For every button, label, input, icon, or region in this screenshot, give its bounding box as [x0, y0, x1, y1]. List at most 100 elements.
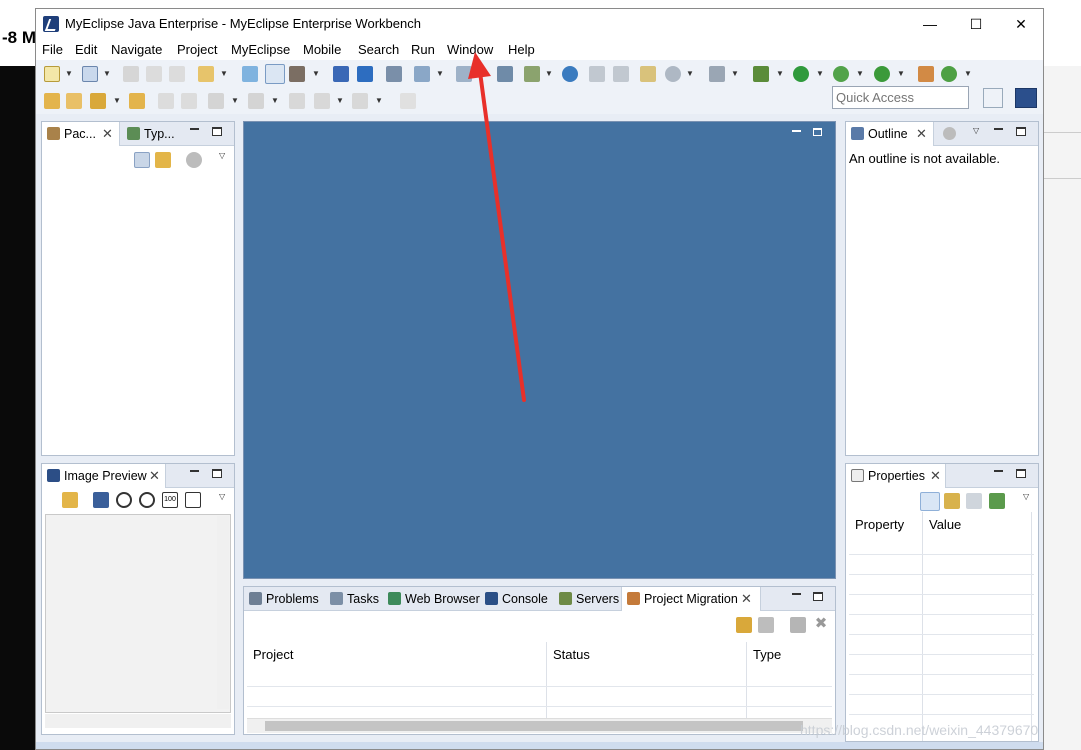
tab-console[interactable]: Console: [480, 587, 555, 611]
menu-window[interactable]: Window: [447, 42, 493, 57]
maximize-icon[interactable]: [212, 127, 222, 136]
close-icon[interactable]: ✕: [149, 468, 160, 484]
column-project[interactable]: Project: [253, 647, 293, 662]
close-icon[interactable]: ✕: [741, 591, 752, 607]
refresh-migration-icon[interactable]: [736, 617, 752, 633]
stop-server-icon[interactable]: [874, 66, 890, 82]
minimize-icon[interactable]: [792, 593, 801, 595]
hammer-icon[interactable]: [289, 66, 305, 82]
tab-project-migration[interactable]: Project Migration: [621, 587, 761, 611]
horizontal-scrollbar[interactable]: [247, 718, 832, 733]
zoom-out-icon[interactable]: [116, 492, 132, 508]
menu-search[interactable]: Search: [358, 42, 399, 57]
menu-myeclipse[interactable]: MyEclipse: [231, 42, 290, 57]
view-menu-icon[interactable]: ▽: [219, 492, 225, 501]
column-type[interactable]: Type: [753, 647, 781, 662]
pin-properties-icon[interactable]: [989, 493, 1005, 509]
column-property[interactable]: Property: [855, 517, 904, 532]
horizontal-scrollbar[interactable]: [45, 714, 231, 728]
remove-all-icon[interactable]: ✖: [813, 616, 829, 633]
deploy-icon[interactable]: [198, 66, 214, 82]
maximize-icon[interactable]: [813, 592, 823, 601]
new-project-icon[interactable]: [82, 66, 98, 82]
chevron-down-icon[interactable]: ▼: [312, 69, 320, 78]
minimize-icon[interactable]: [994, 470, 1003, 472]
minimize-icon[interactable]: [994, 128, 1003, 130]
server-icon[interactable]: [386, 66, 402, 82]
back-history-icon[interactable]: [289, 93, 305, 109]
menu-file[interactable]: File: [42, 42, 63, 57]
tab-web-browser[interactable]: Web Browser: [383, 587, 481, 611]
maximize-icon[interactable]: [1016, 127, 1026, 136]
forward-icon[interactable]: [352, 93, 368, 109]
chevron-down-icon[interactable]: ▼: [816, 69, 824, 78]
chevron-down-icon[interactable]: ▼: [856, 69, 864, 78]
pin-icon[interactable]: [248, 93, 264, 109]
chevron-down-icon[interactable]: ▼: [103, 69, 111, 78]
chevron-down-icon[interactable]: ▼: [964, 69, 972, 78]
close-icon[interactable]: ✕: [102, 126, 113, 142]
tab-servers[interactable]: Servers: [554, 587, 622, 611]
maximize-icon[interactable]: [1016, 469, 1026, 478]
refactor-icon[interactable]: [456, 66, 472, 82]
chevron-down-icon[interactable]: ▼: [545, 69, 553, 78]
open-perspective-button[interactable]: [983, 88, 1003, 108]
focus-icon[interactable]: [186, 152, 202, 168]
editor-area[interactable]: [243, 121, 836, 579]
menu-navigate[interactable]: Navigate: [111, 42, 162, 57]
show-categories-icon[interactable]: [920, 492, 940, 511]
chevron-down-icon[interactable]: ▼: [113, 96, 121, 105]
camera-icon[interactable]: [709, 66, 725, 82]
tab-hidden-view[interactable]: [938, 122, 964, 146]
save-icon[interactable]: [123, 66, 139, 82]
chevron-down-icon[interactable]: ▼: [336, 96, 344, 105]
minimize-icon[interactable]: [190, 128, 199, 130]
fit-window-icon[interactable]: [185, 492, 201, 508]
view-menu-icon[interactable]: ▽: [1023, 492, 1029, 501]
chevron-down-icon[interactable]: ▼: [231, 96, 239, 105]
target-icon[interactable]: [665, 66, 681, 82]
chevron-down-icon[interactable]: ▼: [271, 96, 279, 105]
prev-annotation-icon[interactable]: [158, 93, 174, 109]
scrollbar-thumb[interactable]: [265, 721, 803, 731]
chevron-down-icon[interactable]: ▼: [375, 96, 383, 105]
maximize-icon[interactable]: [212, 469, 222, 478]
package-icon[interactable]: [918, 66, 934, 82]
open-perspective-icon[interactable]: [400, 93, 416, 109]
quick-access-input[interactable]: [832, 86, 969, 109]
myeclipse-perspective-button[interactable]: [1015, 88, 1037, 108]
menu-project[interactable]: Project: [177, 42, 217, 57]
browser-toggle-icon[interactable]: [265, 64, 285, 84]
remove-icon[interactable]: [790, 617, 806, 633]
close-icon[interactable]: ✕: [916, 126, 927, 142]
cube-icon[interactable]: [357, 66, 373, 82]
new-icon[interactable]: [44, 66, 60, 82]
back-icon[interactable]: [314, 93, 330, 109]
open-type-icon[interactable]: [44, 93, 60, 109]
tab-tasks[interactable]: Tasks: [325, 587, 385, 611]
minimize-icon[interactable]: [190, 470, 199, 472]
form-icon[interactable]: [640, 66, 656, 82]
chevron-down-icon[interactable]: ▼: [436, 69, 444, 78]
menu-mobile[interactable]: Mobile: [303, 42, 341, 57]
vertical-scrollbar[interactable]: [217, 516, 229, 709]
tab-type-hierarchy[interactable]: Typ...: [122, 122, 192, 146]
globe-icon[interactable]: [562, 66, 578, 82]
next-annotation-icon[interactable]: [181, 93, 197, 109]
save-all-icon[interactable]: [146, 66, 162, 82]
print-icon[interactable]: [169, 66, 185, 82]
mobile-icon[interactable]: [242, 66, 258, 82]
link-editor-icon[interactable]: [155, 152, 171, 168]
restore-default-icon[interactable]: [966, 493, 982, 509]
last-edit-icon[interactable]: [208, 93, 224, 109]
collapse-all-icon[interactable]: [134, 152, 150, 168]
run-icon[interactable]: [793, 66, 809, 82]
database-icon[interactable]: [333, 66, 349, 82]
wizard-icon[interactable]: [414, 66, 430, 82]
column-value[interactable]: Value: [929, 517, 961, 532]
run-server-icon[interactable]: [833, 66, 849, 82]
menu-run[interactable]: Run: [411, 42, 435, 57]
chevron-down-icon[interactable]: ▼: [776, 69, 784, 78]
chevron-down-icon[interactable]: ▼: [65, 69, 73, 78]
pen-icon[interactable]: [90, 93, 106, 109]
